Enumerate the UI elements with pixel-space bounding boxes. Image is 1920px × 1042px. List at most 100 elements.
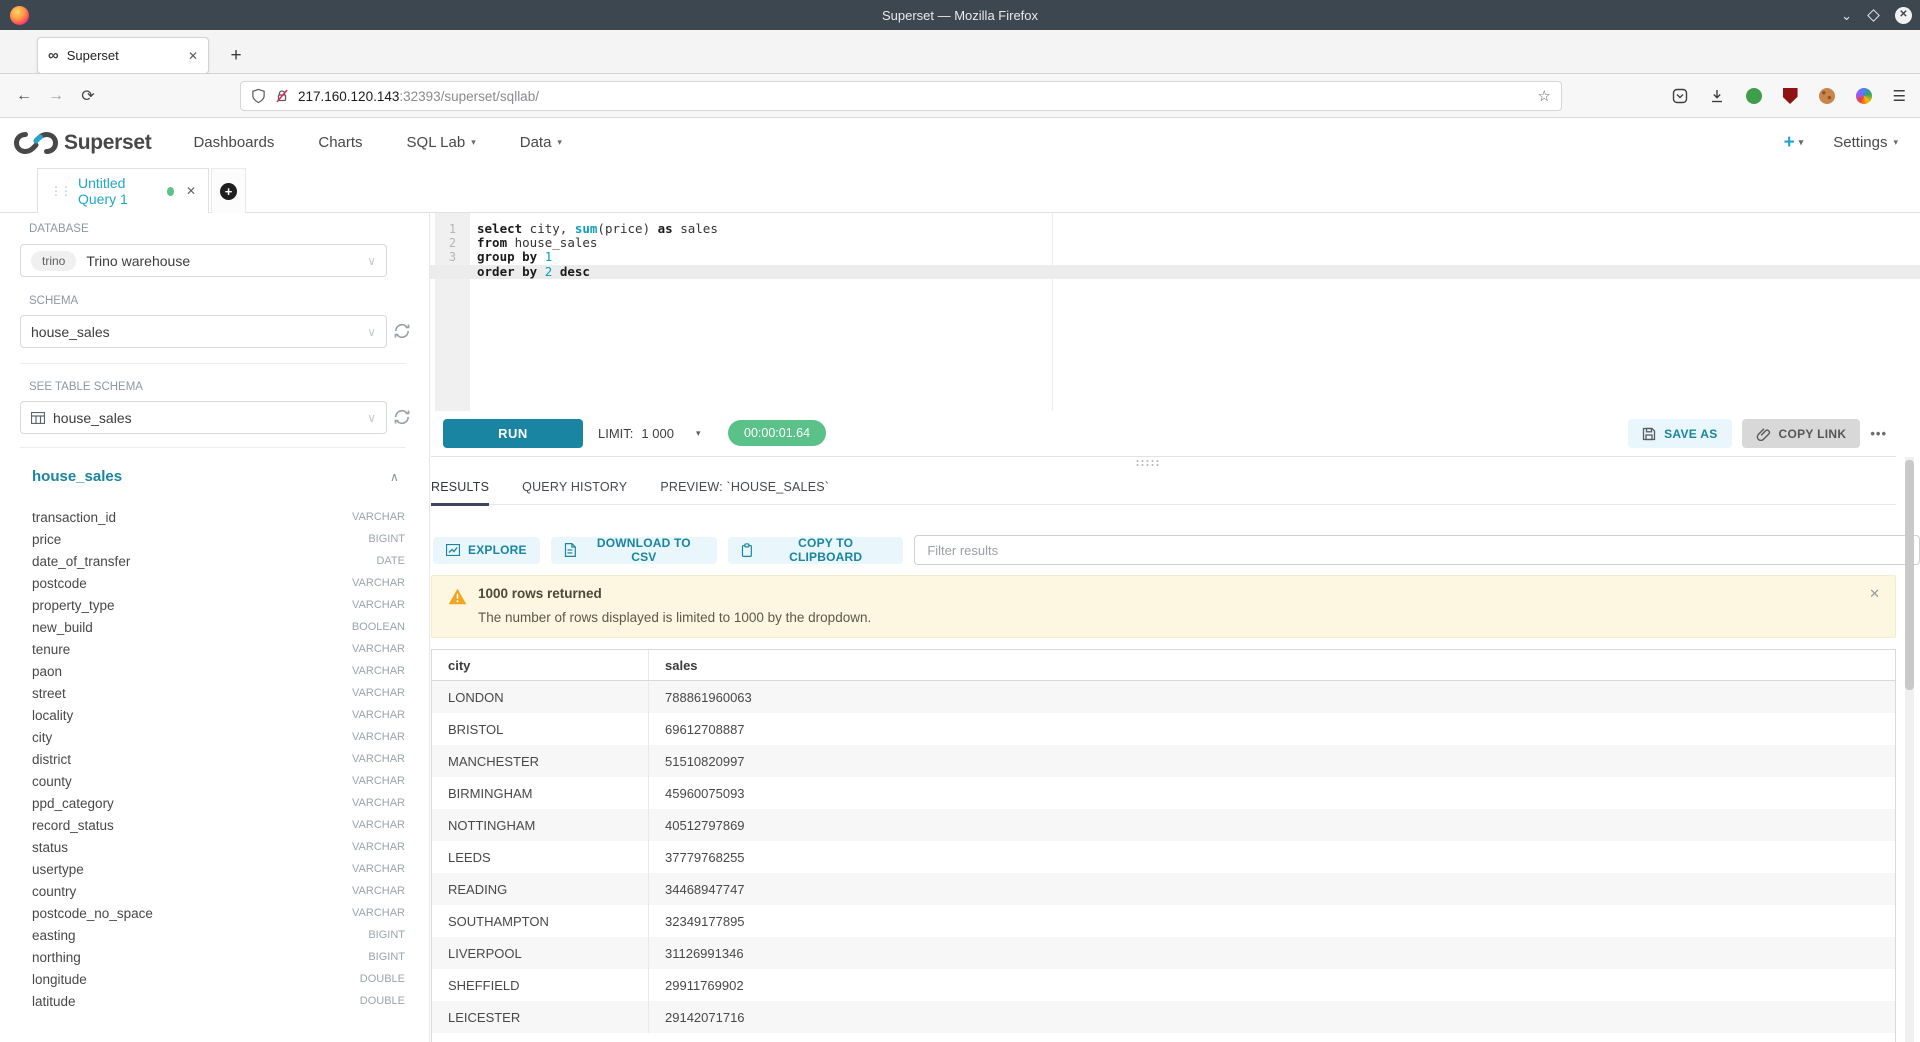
schema-column-row[interactable]: northingBIGINT	[32, 946, 405, 968]
browser-tab-superset[interactable]: ∞ Superset ✕	[37, 37, 209, 74]
nav-item-charts[interactable]: Charts	[318, 134, 362, 151]
nav-item-data[interactable]: Data▾	[520, 134, 562, 151]
table-row[interactable]: LIVERPOOL31126991346	[432, 937, 1895, 969]
database-select[interactable]: trino Trino warehouse ∨	[20, 244, 387, 277]
schema-column-row[interactable]: priceBIGINT	[32, 528, 405, 550]
cell-city: LEEDS	[432, 841, 649, 873]
table-select[interactable]: house_sales ∨	[20, 401, 387, 434]
table-row[interactable]: BIRMINGHAM45960075093	[432, 777, 1895, 809]
tab-results[interactable]: RESULTS	[431, 470, 489, 505]
table-row[interactable]: LEICESTER29142071716	[432, 1001, 1895, 1033]
column-header-sales[interactable]: sales	[649, 650, 1895, 680]
downloads-icon[interactable]	[1709, 88, 1725, 104]
schema-column-row[interactable]: tenureVARCHAR	[32, 638, 405, 660]
schema-column-row[interactable]: date_of_transferDATE	[32, 550, 405, 572]
results-tab-bar: RESULTS QUERY HISTORY PREVIEW: `HOUSE_SA…	[431, 470, 1896, 505]
sql-editor-pane: 1234 select city, sum(price) as salesfro…	[430, 213, 1920, 1042]
copy-link-button[interactable]: COPY LINK	[1742, 419, 1861, 448]
add-new-button[interactable]: +▾	[1784, 132, 1804, 154]
limit-dropdown[interactable]: LIMIT: 1 000 ▾	[598, 419, 700, 448]
pane-resize-handle[interactable]	[1135, 459, 1159, 467]
browser-tab-close-icon[interactable]: ✕	[188, 49, 198, 63]
refresh-table-icon[interactable]	[393, 408, 411, 426]
schema-column-row[interactable]: transaction_idVARCHAR	[32, 506, 405, 528]
schema-column-row[interactable]: districtVARCHAR	[32, 748, 405, 770]
scrollbar-thumb[interactable]	[1905, 460, 1914, 690]
results-scrollbar[interactable]	[1905, 457, 1914, 1042]
table-row[interactable]: SHEFFIELD29911769902	[432, 969, 1895, 1001]
nav-item-sql-lab[interactable]: SQL Lab▾	[407, 134, 476, 151]
bookmark-star-icon[interactable]: ☆	[1538, 87, 1551, 105]
tab-preview-house-sales[interactable]: PREVIEW: `HOUSE_SALES`	[660, 470, 829, 505]
table-row[interactable]: NOTTINGHAM40512797869	[432, 809, 1895, 841]
schema-column-row[interactable]: usertypeVARCHAR	[32, 858, 405, 880]
cell-city: READING	[432, 873, 649, 905]
schema-column-row[interactable]: streetVARCHAR	[32, 682, 405, 704]
schema-column-row[interactable]: postcodeVARCHAR	[32, 572, 405, 594]
table-row[interactable]: LONDON788861960063	[432, 681, 1895, 713]
table-name-link[interactable]: house_sales	[32, 468, 122, 485]
cell-city: SHEFFIELD	[432, 969, 649, 1001]
superset-brand[interactable]: Superset	[14, 129, 151, 157]
schema-column-row[interactable]: paonVARCHAR	[32, 660, 405, 682]
schema-column-row[interactable]: countryVARCHAR	[32, 880, 405, 902]
nav-item-dashboards[interactable]: Dashboards	[193, 134, 274, 151]
schema-column-row[interactable]: latitudeDOUBLE	[32, 990, 405, 1012]
schema-column-row[interactable]: countyVARCHAR	[32, 770, 405, 792]
schema-column-row[interactable]: property_typeVARCHAR	[32, 594, 405, 616]
schema-column-row[interactable]: record_statusVARCHAR	[32, 814, 405, 836]
add-query-tab-button[interactable]: +	[211, 168, 246, 213]
filter-results-input[interactable]	[914, 535, 1920, 565]
refresh-schema-icon[interactable]	[393, 322, 411, 340]
save-icon	[1642, 427, 1656, 441]
window-close-icon[interactable]: ✕	[1895, 7, 1912, 24]
run-button[interactable]: RUN	[443, 419, 583, 448]
schema-column-row[interactable]: postcode_no_spaceVARCHAR	[32, 902, 405, 924]
window-maximize-icon[interactable]	[1867, 9, 1880, 22]
cell-sales: 45960075093	[649, 777, 1895, 809]
schema-column-row[interactable]: ppd_categoryVARCHAR	[32, 792, 405, 814]
column-header-city[interactable]: city	[432, 650, 649, 680]
more-menu-icon[interactable]: •••	[1870, 426, 1887, 441]
schema-column-row[interactable]: new_buildBOOLEAN	[32, 616, 405, 638]
containers-extension-icon[interactable]	[1856, 88, 1872, 104]
alert-close-icon[interactable]: ✕	[1869, 586, 1880, 602]
query-tab-untitled-query-1[interactable]: ⋮⋮ Untitled Query 1 ✕	[37, 168, 209, 213]
sql-code-editor[interactable]: 1234 select city, sum(price) as salesfro…	[430, 213, 1920, 411]
table-row[interactable]: MANCHESTER51510820997	[432, 745, 1895, 777]
settings-menu[interactable]: Settings▾	[1833, 134, 1898, 151]
column-name: city	[32, 730, 52, 745]
table-row[interactable]: SOUTHAMPTON32349177895	[432, 905, 1895, 937]
cookie-extension-icon[interactable]	[1819, 88, 1835, 104]
table-row[interactable]: LEEDS37779768255	[432, 841, 1895, 873]
cell-city: LONDON	[432, 681, 649, 713]
query-tab-close-icon[interactable]: ✕	[186, 184, 196, 198]
new-tab-button[interactable]: +	[222, 42, 250, 70]
schema-column-row[interactable]: cityVARCHAR	[32, 726, 405, 748]
reload-icon[interactable]: ⟳	[72, 86, 104, 106]
forward-icon[interactable]: →	[40, 87, 72, 105]
download-csv-button[interactable]: DOWNLOAD TO CSV	[551, 537, 717, 564]
copy-to-clipboard-button[interactable]: COPY TO CLIPBOARD	[728, 537, 903, 564]
table-row[interactable]: READING34468947747	[432, 873, 1895, 905]
back-icon[interactable]: ←	[8, 87, 40, 105]
schema-column-row[interactable]: localityVARCHAR	[32, 704, 405, 726]
table-row[interactable]: BRISTOL69612708887	[432, 713, 1895, 745]
ublock-origin-icon[interactable]	[1783, 88, 1798, 104]
pocket-icon[interactable]	[1672, 88, 1688, 104]
explore-button[interactable]: EXPLORE	[433, 537, 540, 564]
tab-query-history[interactable]: QUERY HISTORY	[522, 470, 627, 505]
privacy-badger-icon[interactable]	[1746, 88, 1762, 104]
schema-column-row[interactable]: eastingBIGINT	[32, 924, 405, 946]
collapse-table-icon[interactable]: ∧	[390, 470, 399, 484]
schema-select[interactable]: house_sales ∨	[20, 315, 387, 348]
drag-handle-icon[interactable]: ⋮⋮	[50, 184, 70, 198]
window-minimize-icon[interactable]: ⌄	[1841, 9, 1852, 22]
hamburger-menu-icon[interactable]: ☰	[1893, 89, 1906, 104]
tracking-shield-icon[interactable]	[251, 88, 266, 104]
url-bar[interactable]: 217.160.120.143:32393/superset/sqllab/ ☆	[240, 81, 1562, 111]
schema-column-row[interactable]: longitudeDOUBLE	[32, 968, 405, 990]
schema-column-row[interactable]: statusVARCHAR	[32, 836, 405, 858]
save-as-button[interactable]: SAVE AS	[1628, 419, 1731, 448]
insecure-lock-icon[interactable]	[275, 89, 289, 103]
